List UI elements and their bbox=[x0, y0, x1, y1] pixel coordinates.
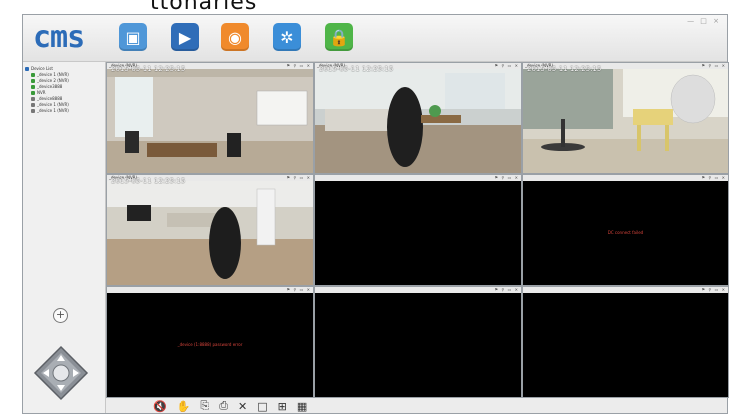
cell-tool-icons[interactable]: ⚑ ⚲ ▭ ✕ bbox=[702, 287, 726, 293]
cell-timestamp: 2015-05-11 12:25:15 bbox=[527, 65, 602, 73]
office-camera-view bbox=[107, 181, 313, 285]
lock-button[interactable]: 🔒 bbox=[325, 23, 353, 51]
layout-9-icon[interactable]: ▦ bbox=[297, 400, 307, 413]
gear-icon: ✲ bbox=[280, 27, 294, 47]
video-cell[interactable]: _device (NVR) ⚑ ⚲ ▭ ✕ 2015-05-11 12:25:15 bbox=[106, 62, 314, 174]
cell-status-message: _device (1:8888) password error bbox=[177, 342, 243, 347]
cell-timestamp: 2015-05-11 12:25:15 bbox=[319, 65, 394, 73]
cell-timestamp: 2015-05-11 12:25:15 bbox=[111, 65, 186, 73]
video-cell[interactable]: _device (NVR) ⚑ ⚲ ▭ ✕ 2015-05-11 12:25:15 bbox=[106, 174, 314, 286]
device-icon bbox=[31, 73, 35, 77]
device-icon bbox=[31, 97, 35, 101]
fullscreen-icon[interactable]: ✕ bbox=[238, 400, 247, 413]
monitor-icon: ▣ bbox=[125, 27, 141, 47]
tree-node[interactable]: _device 1 (NVR) bbox=[25, 108, 69, 114]
video-cell[interactable]: _device (NVR) ⚑ ⚲ ▭ ✕ 2015-05-11 12:25:15 bbox=[314, 62, 522, 174]
root-icon bbox=[25, 67, 29, 71]
cell-titlebar: ⚑ ⚲ ▭ ✕ bbox=[315, 175, 521, 181]
record-icon: ◉ bbox=[228, 27, 242, 47]
playback-button[interactable]: ▶ bbox=[171, 23, 199, 51]
lock-icon: 🔒 bbox=[329, 27, 349, 47]
cms-window: cms ▣ ▶ ◉ ✲ 🔒 — □ × Device List _device … bbox=[22, 14, 729, 414]
cell-titlebar: ⚑ ⚲ ▭ ✕ bbox=[107, 287, 313, 293]
cell-tool-icons[interactable]: ⚑ ⚲ ▭ ✕ bbox=[495, 287, 519, 293]
device-tree: Device List _device 1 (NVR) _device 2 (N… bbox=[25, 66, 69, 114]
office-camera-view bbox=[523, 69, 728, 173]
cell-titlebar: ⚑ ⚲ ▭ ✕ bbox=[315, 287, 521, 293]
layout-1-icon[interactable]: □ bbox=[257, 400, 267, 413]
add-icon[interactable]: + bbox=[53, 308, 68, 323]
ptz-control[interactable] bbox=[33, 345, 89, 401]
office-camera-view bbox=[107, 69, 313, 173]
video-cell[interactable]: ⚑ ⚲ ▭ ✕ bbox=[314, 286, 522, 398]
sidebar: Device List _device 1 (NVR) _device 2 (N… bbox=[23, 62, 106, 413]
cell-tool-icons[interactable]: ⚑ ⚲ ▭ ✕ bbox=[702, 175, 726, 181]
cell-titlebar: ⚑ ⚲ ▭ ✕ bbox=[523, 175, 728, 181]
playback-controls: 🔇 ✋ ⎘ ⎙ ✕ □ ⊞ ▦ bbox=[153, 399, 307, 413]
video-cell[interactable]: ⚑ ⚲ ▭ ✕ DC connect failed bbox=[522, 174, 729, 286]
ptz-center-button[interactable] bbox=[52, 364, 70, 382]
record-button[interactable]: ◉ bbox=[221, 23, 249, 51]
office-camera-view bbox=[315, 69, 521, 173]
device-icon bbox=[31, 109, 35, 113]
video-cell[interactable]: ⚑ ⚲ ▭ ✕ _device (1:8888) password error bbox=[106, 286, 314, 398]
device-icon bbox=[31, 85, 35, 89]
cell-titlebar: ⚑ ⚲ ▭ ✕ bbox=[523, 287, 728, 293]
video-grid: _device (NVR) ⚑ ⚲ ▭ ✕ 2015-05-11 12:25:15… bbox=[106, 62, 729, 398]
cell-tool-icons[interactable]: ⚑ ⚲ ▭ ✕ bbox=[287, 287, 311, 293]
cell-timestamp: 2015-05-11 12:25:15 bbox=[111, 177, 186, 185]
app-logo: cms bbox=[33, 20, 85, 55]
video-cell[interactable]: _device (NVR) ⚑ ⚲ ▭ ✕ 2015-05-11 12:25:15 bbox=[522, 62, 729, 174]
header: cms ▣ ▶ ◉ ✲ 🔒 — □ × bbox=[23, 15, 727, 62]
monitor-button[interactable]: ▣ bbox=[119, 23, 147, 51]
device-icon bbox=[31, 79, 35, 83]
top-strip: ttonaries bbox=[0, 0, 731, 15]
device-icon bbox=[31, 91, 35, 95]
record-clip-icon[interactable]: ⎙ bbox=[219, 399, 228, 413]
hand-icon[interactable]: ✋ bbox=[177, 400, 191, 413]
video-cell[interactable]: ⚑ ⚲ ▭ ✕ bbox=[522, 286, 729, 398]
top-text-fragment: ttonaries bbox=[150, 0, 258, 15]
layout-4-icon[interactable]: ⊞ bbox=[278, 400, 287, 413]
video-cell[interactable]: ⚑ ⚲ ▭ ✕ bbox=[314, 174, 522, 286]
mute-icon[interactable]: 🔇 bbox=[153, 400, 167, 413]
cell-tool-icons[interactable]: ⚑ ⚲ ▭ ✕ bbox=[495, 175, 519, 181]
cell-status-message: DC connect failed bbox=[607, 230, 644, 235]
clapperboard-icon: ▶ bbox=[178, 27, 192, 47]
device-icon bbox=[31, 103, 35, 107]
capture-icon[interactable]: ⎘ bbox=[200, 399, 209, 413]
window-controls[interactable]: — □ × bbox=[687, 17, 721, 25]
settings-button[interactable]: ✲ bbox=[273, 23, 301, 51]
